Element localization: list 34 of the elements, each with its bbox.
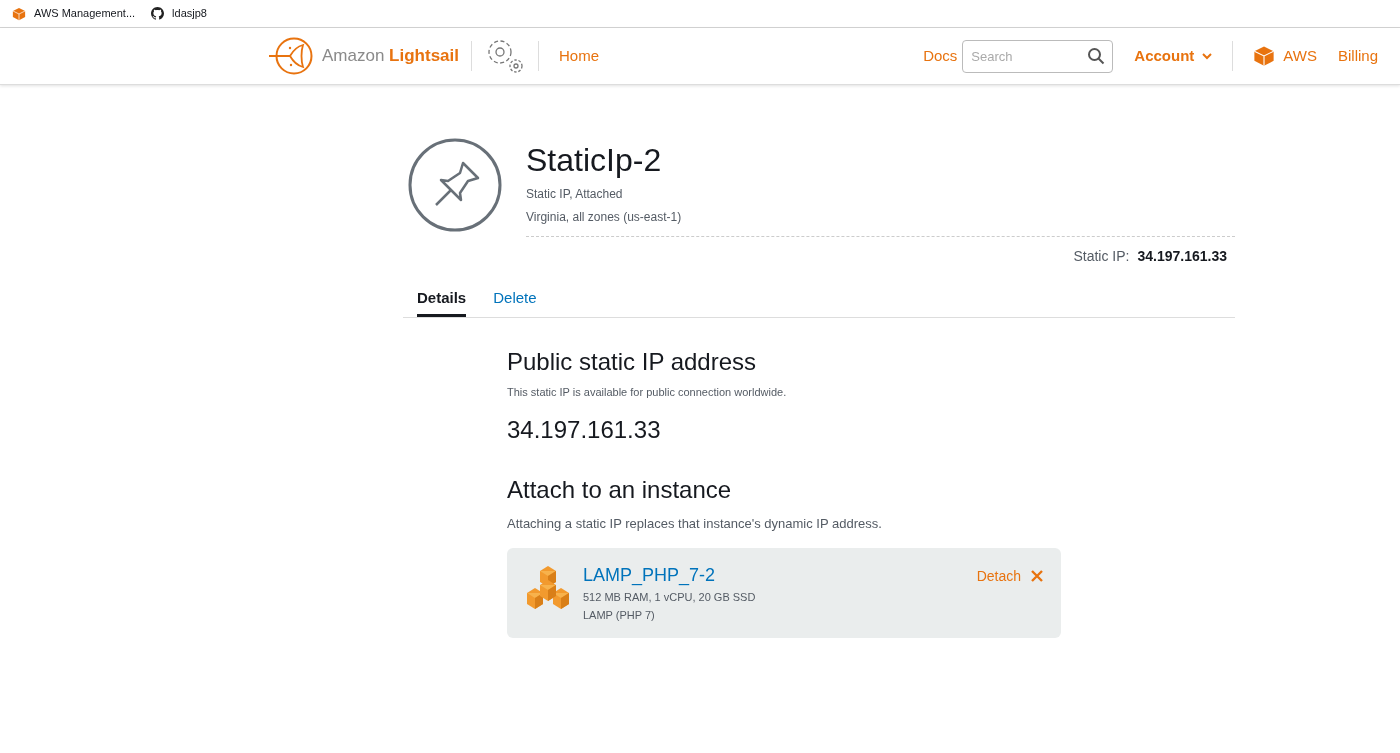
cube-icon (1253, 45, 1276, 67)
instance-specs: 512 MB RAM, 1 vCPU, 20 GB SSD (583, 589, 757, 605)
cube-icon (12, 6, 26, 21)
account-menu[interactable]: Account (1134, 44, 1213, 68)
bookmark-link[interactable]: AWS Management... (34, 5, 136, 22)
tab[interactable]: Details (417, 287, 467, 317)
close-icon (1031, 570, 1043, 582)
section-description: This static IP is available for public connection worldwide. (507, 384, 788, 400)
chevron-down-icon (1202, 52, 1213, 60)
logo-icon (268, 36, 314, 76)
static-ip-label: Static IP: (1073, 247, 1130, 266)
docs-link[interactable]: Docs (923, 44, 958, 68)
pushpin-icon (408, 138, 502, 232)
stacked-cubes-icon (525, 563, 571, 612)
resource-region: Virginia, all zones (us-east-1) (526, 209, 683, 226)
public-ip-address: 34.197.161.33 (507, 415, 662, 445)
section-heading: Public static IP address (507, 346, 757, 377)
aws-link[interactable]: AWS (1283, 44, 1317, 68)
static-ip-value: 34.197.161.33 (1137, 247, 1227, 266)
section-heading: Attach to an instance (507, 475, 733, 505)
resource-title: StaticIp-2 (526, 141, 663, 180)
resource-status: Static IP, Attached (526, 186, 624, 203)
bookmark-link[interactable]: ldasjp8 (172, 5, 207, 22)
billing-link[interactable]: Billing (1337, 44, 1378, 68)
detach-button[interactable]: Detach (976, 565, 1043, 587)
nav-link[interactable]: Home (559, 44, 600, 68)
instance-blueprint: LAMP (PHP 7) (583, 608, 656, 623)
logo-text[interactable]: Amazon Lightsail (322, 43, 459, 69)
search-field[interactable]: Search (962, 39, 1114, 73)
tab[interactable]: Delete (493, 287, 537, 317)
instance-name-link[interactable]: LAMP_PHP_7-2 (583, 563, 977, 586)
search-icon[interactable] (1087, 46, 1106, 65)
octocat-icon (151, 7, 165, 20)
section-description: Attaching a static IP replaces that instance's dynamic IP address. (507, 515, 883, 533)
